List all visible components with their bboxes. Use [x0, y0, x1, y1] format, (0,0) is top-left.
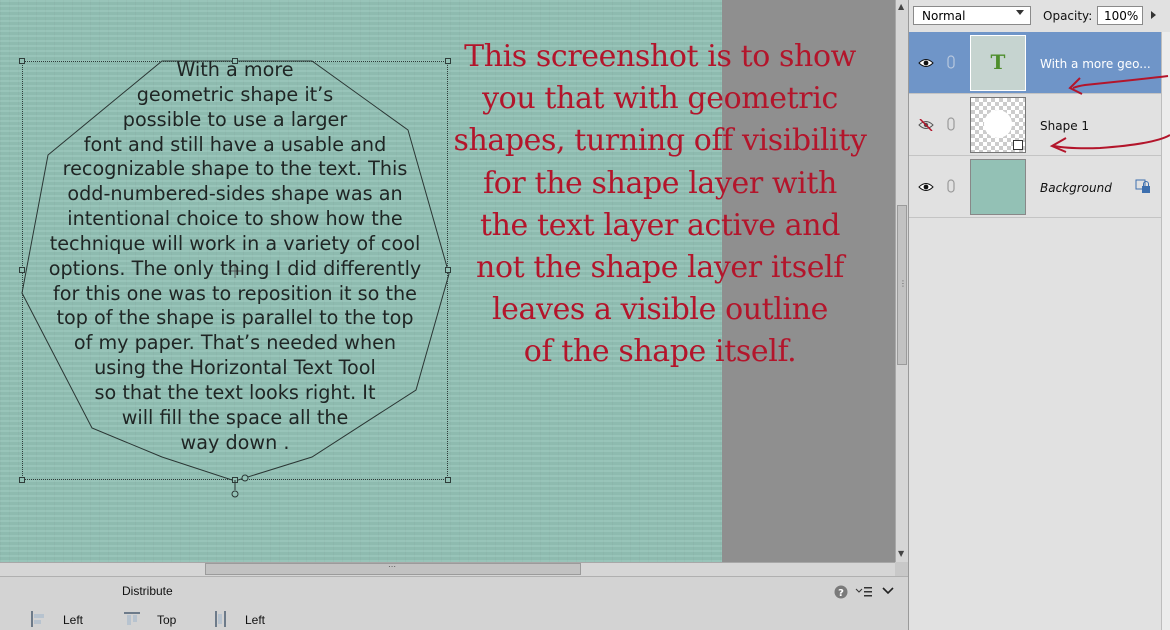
distribute-top-button[interactable]: Top: [124, 611, 176, 630]
annotation-line: for the shape layer with: [483, 165, 837, 201]
transform-handle-bottom-left[interactable]: [19, 477, 25, 483]
opacity-input[interactable]: 100%: [1097, 6, 1143, 25]
link-icon[interactable]: [947, 179, 955, 193]
annotation-line: This screenshot is to show: [464, 39, 856, 74]
svg-text:?: ?: [838, 588, 844, 599]
annotation-line: of the shape itself.: [523, 334, 797, 370]
shape-text-line: font and still have a usable and: [83, 132, 387, 156]
layer-row-background[interactable]: Background: [909, 156, 1161, 218]
shape-text-line: geometric shape it’s: [136, 82, 334, 106]
tool-options-bar: Distribute Left Top Left ?: [0, 576, 908, 630]
distribute-left-button[interactable]: Left: [30, 611, 83, 630]
shape-text-line: odd-numbered-sides shape was an: [67, 182, 403, 206]
distribute-horizontal-left-icon: [215, 611, 226, 627]
distribute-label: Distribute: [122, 584, 173, 598]
annotation-line: not the shape layer itself: [476, 250, 844, 286]
annotation-line: shapes, turning off visibility: [453, 123, 867, 159]
opacity-label: Opacity:: [1043, 9, 1093, 23]
scroll-down-icon[interactable]: ▼: [898, 549, 904, 558]
layer-thumbnail-shape[interactable]: [970, 97, 1026, 153]
shape-text-block[interactable]: With a more geometric shape it’s possible …: [26, 58, 444, 456]
annotation-line: you that with geometric: [482, 81, 838, 117]
rotate-handle[interactable]: [228, 472, 252, 500]
layer-thumbnail-background[interactable]: [970, 159, 1026, 215]
distribute-horizontal-left-button[interactable]: Left: [213, 611, 265, 630]
transform-handle-bottom-right[interactable]: [445, 477, 451, 483]
link-icon[interactable]: [947, 55, 955, 69]
annotation-line: leaves a visible outline: [491, 292, 828, 328]
scroll-up-icon[interactable]: ▲: [898, 2, 904, 11]
shape-text-line: way down .: [180, 430, 290, 454]
visibility-eye-icon[interactable]: [918, 57, 934, 69]
shape-text-line: using the Horizontal Text Tool: [94, 356, 376, 380]
annotation-line: the text layer active and: [479, 207, 841, 243]
vertical-grip-icon: ⋮: [899, 279, 907, 288]
distribute-left-label: Left: [63, 613, 84, 627]
shape-text-line: recognizable shape to the text. This: [62, 157, 408, 181]
shape-text-line: for this one was to reposition it so the: [53, 281, 417, 305]
chevron-down-icon[interactable]: [882, 586, 894, 596]
shape-text-line: technique will work in a variety of cool: [49, 231, 421, 255]
distribute-top-label: Top: [157, 613, 177, 627]
transform-handle-left[interactable]: [19, 267, 25, 273]
shape-text-line: of my paper. That’s needed when: [73, 331, 397, 355]
panel-menu-icon[interactable]: [855, 585, 873, 599]
layer-name-background[interactable]: Background: [1040, 181, 1112, 195]
shape-text-line: possible to use a larger: [122, 107, 348, 131]
distribute-horizontal-left-label: Left: [245, 613, 266, 627]
shape-text-line: intentional choice to show how the: [67, 207, 403, 231]
shape-text-line: options. The only thing I did differentl…: [48, 256, 422, 280]
vector-mask-icon: [1013, 140, 1023, 150]
shape-text-line: top of the shape is parallel to the top: [56, 306, 414, 330]
blend-mode-select[interactable]: Normal: [913, 6, 1031, 25]
layer-thumbnail-text[interactable]: T: [970, 35, 1026, 91]
shape-text-line: With a more: [176, 58, 294, 81]
shape-preview: [984, 110, 1012, 138]
text-layer-icon: T: [990, 50, 1006, 74]
visibility-eye-icon[interactable]: [918, 181, 934, 193]
shape-text-line: so that the text looks right. It: [94, 380, 376, 404]
link-icon[interactable]: [947, 117, 955, 131]
annotation-arrows: [1049, 75, 1170, 153]
shape-text-line: will fill the space all the: [121, 405, 349, 429]
distribute-left-icon: [31, 611, 44, 627]
annotation-text: This screenshot is to show you that with …: [420, 36, 900, 374]
opacity-slider-arrow-icon[interactable]: [1151, 11, 1156, 19]
visibility-hidden-icon[interactable]: [918, 119, 934, 131]
distribute-top-icon: [124, 612, 140, 625]
help-icon[interactable]: ?: [834, 585, 848, 599]
horizontal-grip-icon: ⋯: [388, 562, 396, 571]
transform-handle-top-left[interactable]: [19, 58, 25, 64]
blend-dropdown-arrow-icon[interactable]: [1016, 10, 1024, 15]
lock-icon[interactable]: [1135, 179, 1151, 195]
